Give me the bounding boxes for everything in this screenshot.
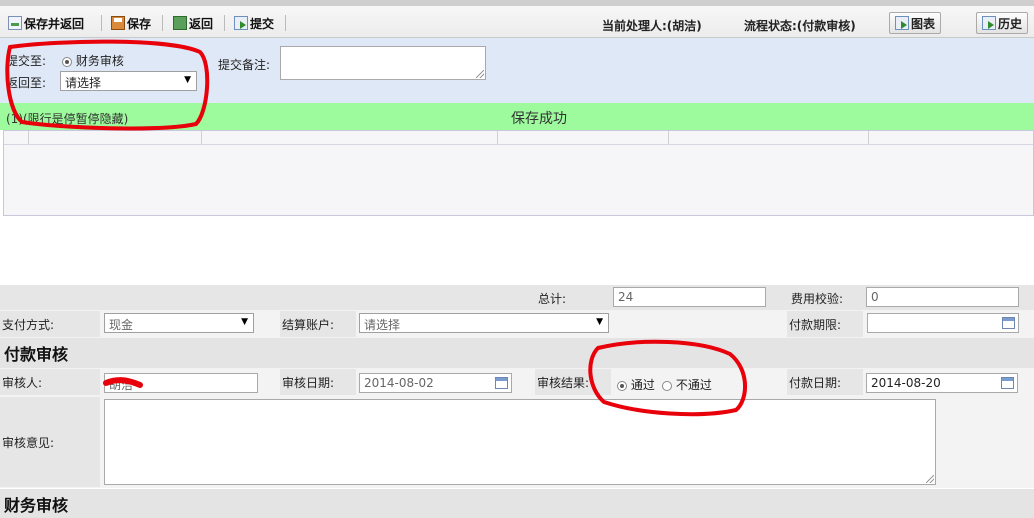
opinion-textarea[interactable]: [104, 399, 936, 485]
calendar-icon[interactable]: [1002, 317, 1015, 329]
payment-deadline-label: 付款期限:: [787, 311, 863, 337]
payment-deadline-input[interactable]: [867, 313, 1019, 333]
toolbar-divider: [162, 15, 163, 31]
grid-column-divider: [201, 131, 202, 145]
grid-column-divider: [28, 131, 29, 145]
review-fail-radio[interactable]: 不通过: [662, 376, 712, 393]
payment-review-title: 付款审核: [0, 338, 1034, 368]
grid-column-divider: [497, 131, 498, 145]
payment-review-title-text: 付款审核: [4, 345, 69, 364]
history-button[interactable]: 历史: [976, 12, 1029, 34]
review-date-label: 审核日期:: [280, 369, 356, 395]
radio-selected-icon: [62, 56, 72, 67]
reviewer-input[interactable]: 胡洁: [104, 373, 258, 393]
success-bar-left-text: (1)(限行是停暂停隐藏): [6, 112, 129, 126]
total-value: 24: [618, 290, 634, 304]
detail-grid: [3, 130, 1034, 216]
pay-date-value: 2014-08-20: [871, 376, 941, 390]
grid-header-line: [4, 144, 1033, 145]
reviewer-value: 胡洁: [109, 378, 134, 392]
chart-button[interactable]: 图表: [889, 12, 942, 34]
settlement-account-value: 请选择: [364, 318, 401, 332]
floppy-icon: [111, 16, 125, 30]
save-return-icon: [8, 16, 22, 30]
review-pass-label: 通过: [630, 378, 655, 392]
current-handler: 当前处理人:(胡洁): [602, 19, 702, 33]
fee-check-value: 0: [871, 290, 879, 304]
return-to-select[interactable]: 请选择 ▼: [60, 71, 197, 91]
review-date-value: 2014-08-02: [364, 376, 434, 390]
flow-status: 流程状态:(付款审核): [744, 19, 856, 33]
grid-column-divider: [868, 131, 869, 145]
back-button[interactable]: 返回: [173, 13, 213, 33]
finance-review-title-text: 财务审核: [4, 495, 69, 515]
review-fail-label: 不通过: [675, 378, 712, 392]
history-label: 历史: [998, 16, 1023, 31]
back-label: 返回: [189, 16, 214, 31]
submit-button[interactable]: 提交: [234, 13, 274, 33]
fee-check-label: 费用校验:: [791, 292, 844, 306]
save-and-return-button[interactable]: 保存并返回: [8, 13, 84, 33]
opinion-label: 审核意见:: [0, 397, 100, 487]
payment-deadline-label-text: 付款期限:: [789, 317, 842, 332]
remark-textarea[interactable]: [280, 46, 486, 80]
payment-method-label: 支付方式:: [0, 311, 100, 337]
pay-date-label: 付款日期:: [787, 369, 863, 395]
pay-date-input[interactable]: 2014-08-20: [866, 373, 1018, 393]
total-label: 总计:: [538, 292, 567, 306]
save-button[interactable]: 保存: [111, 13, 151, 33]
save-label: 保存: [127, 16, 152, 31]
toolbar-divider: [101, 15, 102, 31]
total-input[interactable]: 24: [613, 287, 766, 307]
opinion-label-text: 审核意见:: [2, 435, 55, 450]
chart-icon: [895, 16, 909, 30]
fee-check-input[interactable]: 0: [866, 287, 1019, 307]
review-date-label-text: 审核日期:: [282, 375, 335, 390]
toolbar-divider: [285, 15, 286, 31]
success-bar: (1)(限行是停暂停隐藏) 保存成功: [0, 103, 1034, 130]
settlement-account-label: 结算账户:: [280, 311, 356, 337]
chevron-down-icon: ▼: [596, 317, 603, 327]
save-and-return-label: 保存并返回: [24, 16, 85, 31]
radio-empty-icon: [662, 380, 672, 391]
reviewer-label-text: 审核人:: [2, 375, 43, 390]
back-icon: [173, 16, 187, 30]
review-date-input[interactable]: 2014-08-02: [359, 373, 512, 393]
resize-grip-icon[interactable]: [926, 475, 934, 483]
pay-date-label-text: 付款日期:: [789, 375, 842, 390]
calendar-icon[interactable]: [1001, 377, 1014, 389]
radio-selected-icon: [617, 380, 627, 391]
submit-icon: [234, 16, 248, 30]
payment-method-label-text: 支付方式:: [2, 317, 55, 332]
submit-to-radio[interactable]: 财务审核: [62, 52, 124, 69]
resize-grip-icon[interactable]: [476, 70, 484, 78]
remark-label: 提交备注:: [218, 58, 271, 72]
submit-label: 提交: [250, 16, 275, 31]
reviewer-label: 审核人:: [0, 369, 100, 395]
submit-to-option-label: 财务审核: [75, 54, 124, 68]
review-result-label-text: 审核结果:: [537, 375, 590, 390]
finance-review-title: 财务审核: [0, 489, 1034, 518]
history-icon: [982, 16, 996, 30]
toolbar-divider: [224, 15, 225, 31]
chevron-down-icon: ▼: [184, 75, 191, 85]
return-to-value: 请选择: [65, 76, 102, 90]
settlement-account-select[interactable]: 请选择 ▼: [359, 313, 609, 333]
return-to-label: 返回至:: [6, 76, 47, 90]
chevron-down-icon: ▼: [241, 317, 248, 327]
chart-label: 图表: [911, 16, 936, 31]
payment-method-value: 现金: [109, 318, 134, 332]
payment-method-select[interactable]: 现金 ▼: [104, 313, 254, 333]
grid-column-divider: [668, 131, 669, 145]
review-pass-radio[interactable]: 通过: [617, 376, 655, 393]
review-result-label: 审核结果:: [535, 369, 611, 395]
submit-panel: 提交至: 财务审核 返回至: 请选择 ▼ 提交备注:: [0, 38, 1034, 104]
toolbar: 保存并返回 保存 返回 提交 当前处理人:(胡洁) 流程状态:(付款审核) 图表…: [0, 0, 1034, 38]
success-message: 保存成功: [511, 111, 567, 127]
settlement-account-label-text: 结算账户:: [282, 317, 335, 332]
calendar-icon[interactable]: [495, 377, 508, 389]
submit-to-label: 提交至:: [6, 54, 47, 68]
